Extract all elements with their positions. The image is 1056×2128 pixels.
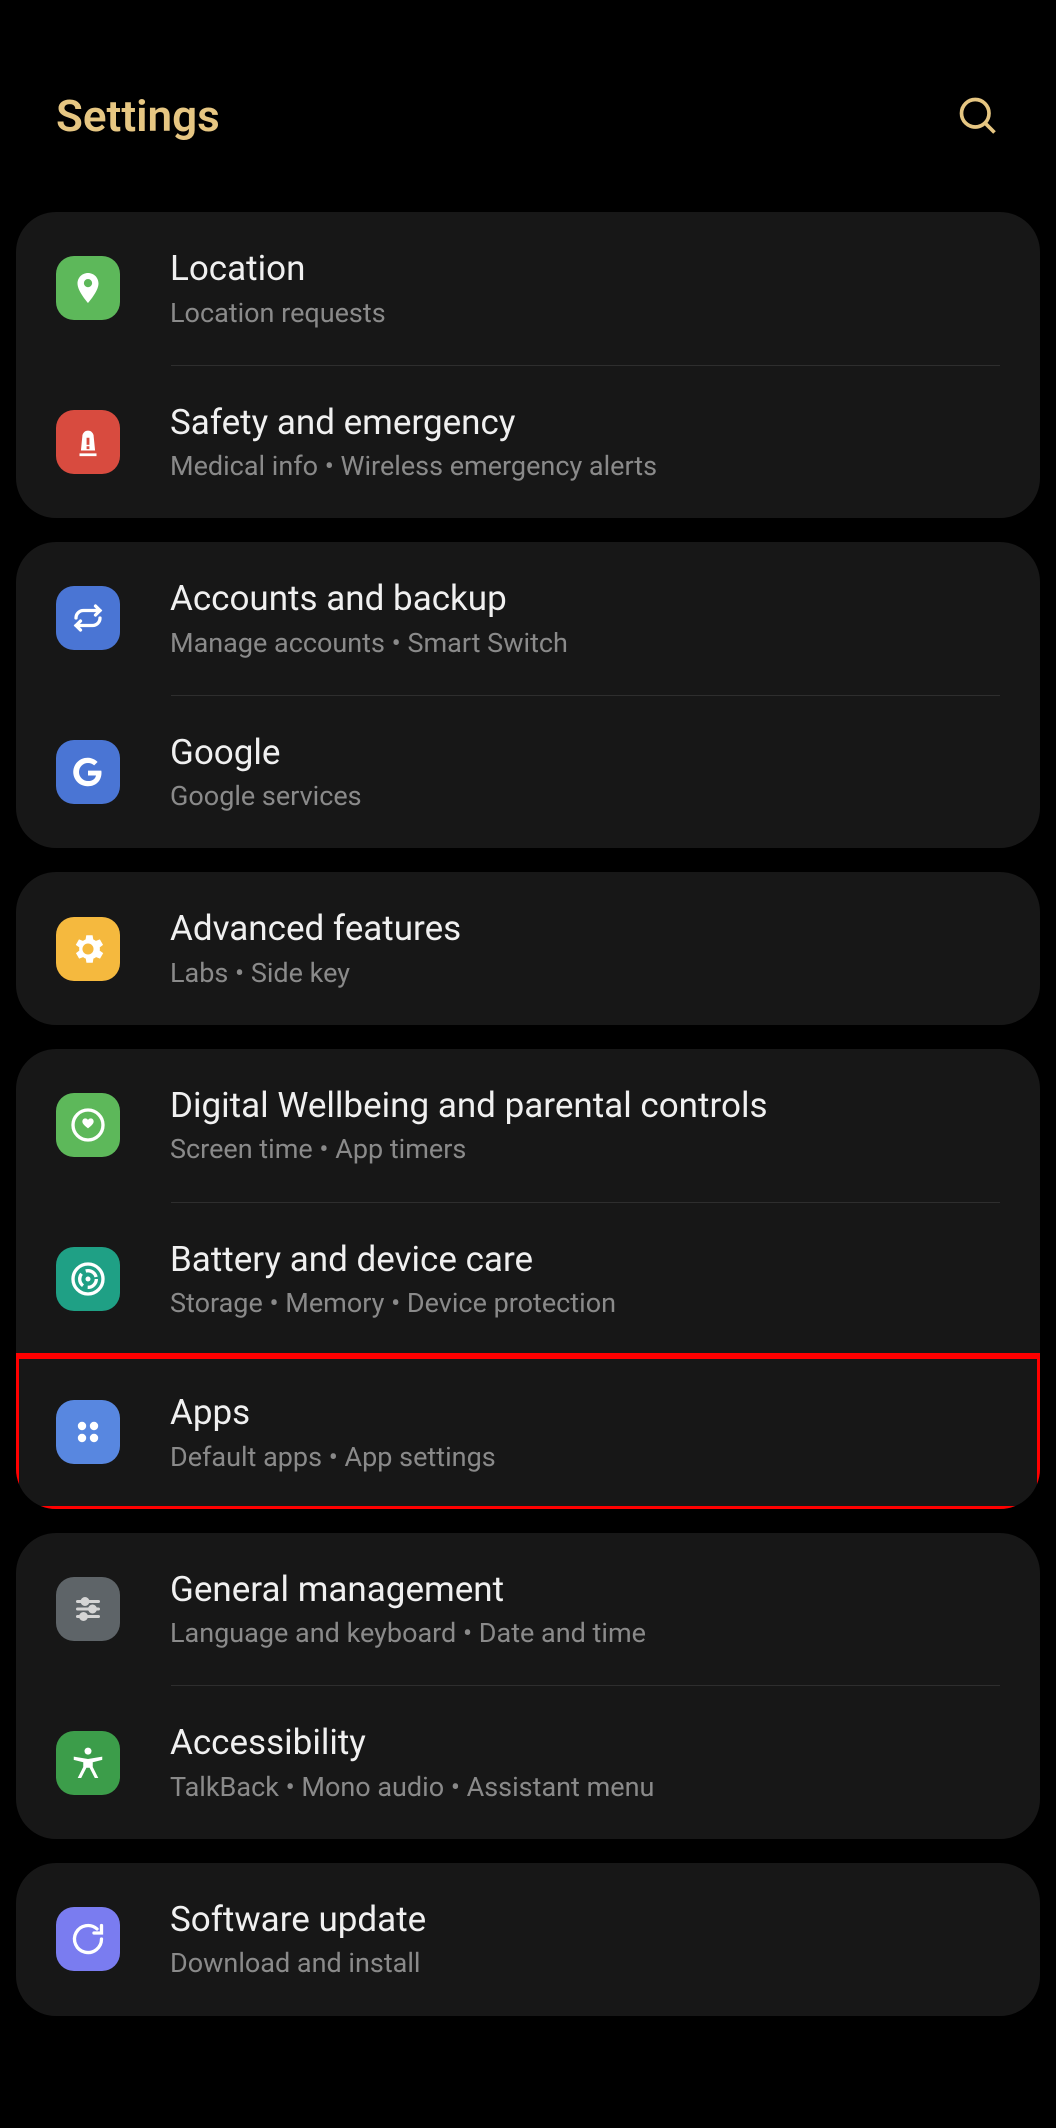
settings-row-battery[interactable]: Battery and device careStorage • Memory … — [16, 1203, 1040, 1356]
row-title: Safety and emergency — [170, 400, 1000, 446]
page-title: Settings — [56, 90, 220, 142]
settings-row-accounts[interactable]: Accounts and backup Manage accounts • Sma… — [16, 542, 1040, 695]
row-content: Software updateDownload and install — [170, 1897, 1000, 1982]
row-subtitle: Default apps • App settings — [170, 1440, 1000, 1475]
settings-group: Accounts and backup Manage accounts • Sma… — [16, 542, 1040, 848]
settings-row-accessibility[interactable]: Accessibility TalkBack • Mono audio • Ass… — [16, 1686, 1040, 1839]
emergency-icon — [56, 410, 120, 474]
settings-row-advanced[interactable]: Advanced features Labs • Side key — [16, 872, 1040, 1025]
accessibility-icon — [56, 1731, 120, 1795]
row-content: GoogleGoogle services — [170, 730, 1000, 815]
row-subtitle: Medical info • Wireless emergency alerts — [170, 449, 1000, 484]
row-subtitle: Location requests — [170, 296, 1000, 331]
search-icon[interactable] — [956, 94, 1000, 138]
row-title: Advanced features — [170, 906, 1000, 952]
apps-icon — [56, 1400, 120, 1464]
row-subtitle: Storage • Memory • Device protection — [170, 1286, 1000, 1321]
row-title: Digital Wellbeing and parental controls — [170, 1083, 1000, 1129]
row-title: General management — [170, 1567, 1000, 1613]
settings-row-general[interactable]: General managementLanguage and keyboard … — [16, 1533, 1040, 1686]
row-content: Location Location requests — [170, 246, 1000, 331]
row-content: General managementLanguage and keyboard … — [170, 1567, 1000, 1652]
row-content: Accessibility TalkBack • Mono audio • Ass… — [170, 1720, 1000, 1805]
row-title: Accessibility — [170, 1720, 1000, 1766]
row-subtitle: Manage accounts • Smart Switch — [170, 626, 1000, 661]
row-title: Accounts and backup — [170, 576, 1000, 622]
row-title: Location — [170, 246, 1000, 292]
settings-header: Settings — [16, 0, 1040, 212]
row-content: Apps Default apps • App settings — [170, 1390, 1000, 1475]
row-title: Software update — [170, 1897, 1000, 1943]
google-icon — [56, 740, 120, 804]
update-icon — [56, 1907, 120, 1971]
row-subtitle: TalkBack • Mono audio • Assistant menu — [170, 1770, 1000, 1805]
row-content: Battery and device careStorage • Memory … — [170, 1237, 1000, 1322]
gear-icon — [56, 917, 120, 981]
settings-group: General managementLanguage and keyboard … — [16, 1533, 1040, 1839]
row-subtitle: Screen time • App timers — [170, 1132, 1000, 1167]
row-content: Advanced features Labs • Side key — [170, 906, 1000, 991]
row-content: Safety and emergencyMedical info • Wirel… — [170, 400, 1000, 485]
settings-group: Location Location requests Safety and emer… — [16, 212, 1040, 518]
row-content: Digital Wellbeing and parental controlsS… — [170, 1083, 1000, 1168]
settings-row-safety[interactable]: Safety and emergencyMedical info • Wirel… — [16, 366, 1040, 519]
location-icon — [56, 256, 120, 320]
row-title: Google — [170, 730, 1000, 776]
row-subtitle: Language and keyboard • Date and time — [170, 1616, 1000, 1651]
settings-group: Advanced features Labs • Side key — [16, 872, 1040, 1025]
row-content: Accounts and backup Manage accounts • Sma… — [170, 576, 1000, 661]
row-subtitle: Download and install — [170, 1946, 1000, 1981]
settings-row-wellbeing[interactable]: Digital Wellbeing and parental controlsS… — [16, 1049, 1040, 1202]
sliders-icon — [56, 1577, 120, 1641]
row-subtitle: Labs • Side key — [170, 956, 1000, 991]
wellbeing-icon — [56, 1093, 120, 1157]
settings-group: Digital Wellbeing and parental controlsS… — [16, 1049, 1040, 1509]
settings-row-google[interactable]: GoogleGoogle services — [16, 696, 1040, 849]
settings-row-apps[interactable]: Apps Default apps • App settings — [16, 1356, 1040, 1509]
settings-row-software[interactable]: Software updateDownload and install — [16, 1863, 1040, 2016]
settings-row-location[interactable]: Location Location requests — [16, 212, 1040, 365]
row-title: Apps — [170, 1390, 1000, 1436]
battery-icon — [56, 1247, 120, 1311]
sync-icon — [56, 586, 120, 650]
row-subtitle: Google services — [170, 779, 1000, 814]
row-title: Battery and device care — [170, 1237, 1000, 1283]
settings-group: Software updateDownload and install — [16, 1863, 1040, 2016]
